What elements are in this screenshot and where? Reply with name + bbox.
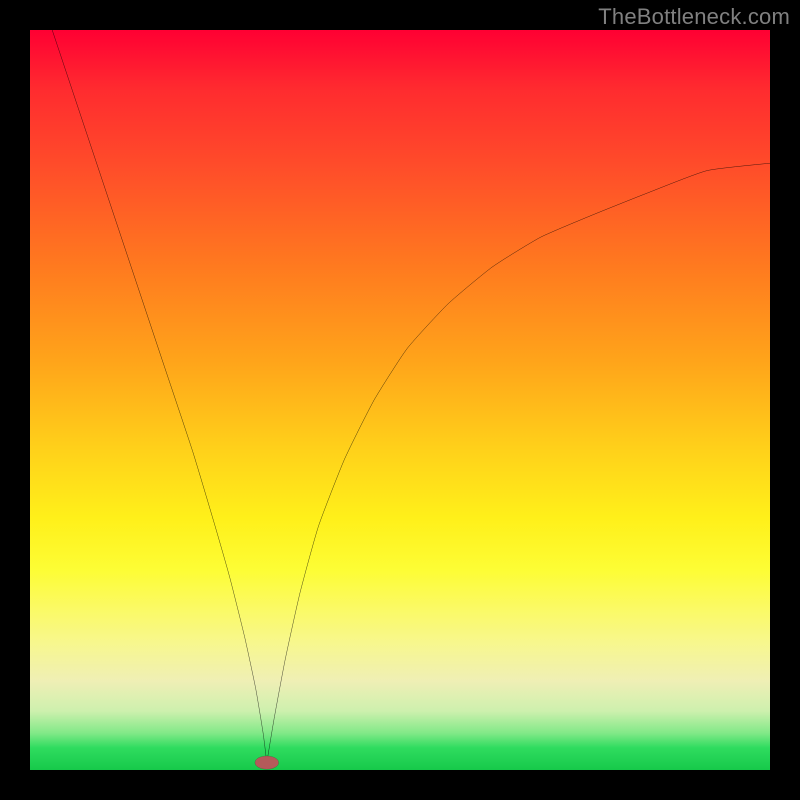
chart-svg [30, 30, 770, 770]
notch-marker [255, 756, 279, 769]
bottleneck-curve-right [267, 163, 770, 762]
bottleneck-curve-left [52, 30, 267, 763]
watermark-text: TheBottleneck.com [598, 4, 790, 30]
chart-frame: TheBottleneck.com [0, 0, 800, 800]
